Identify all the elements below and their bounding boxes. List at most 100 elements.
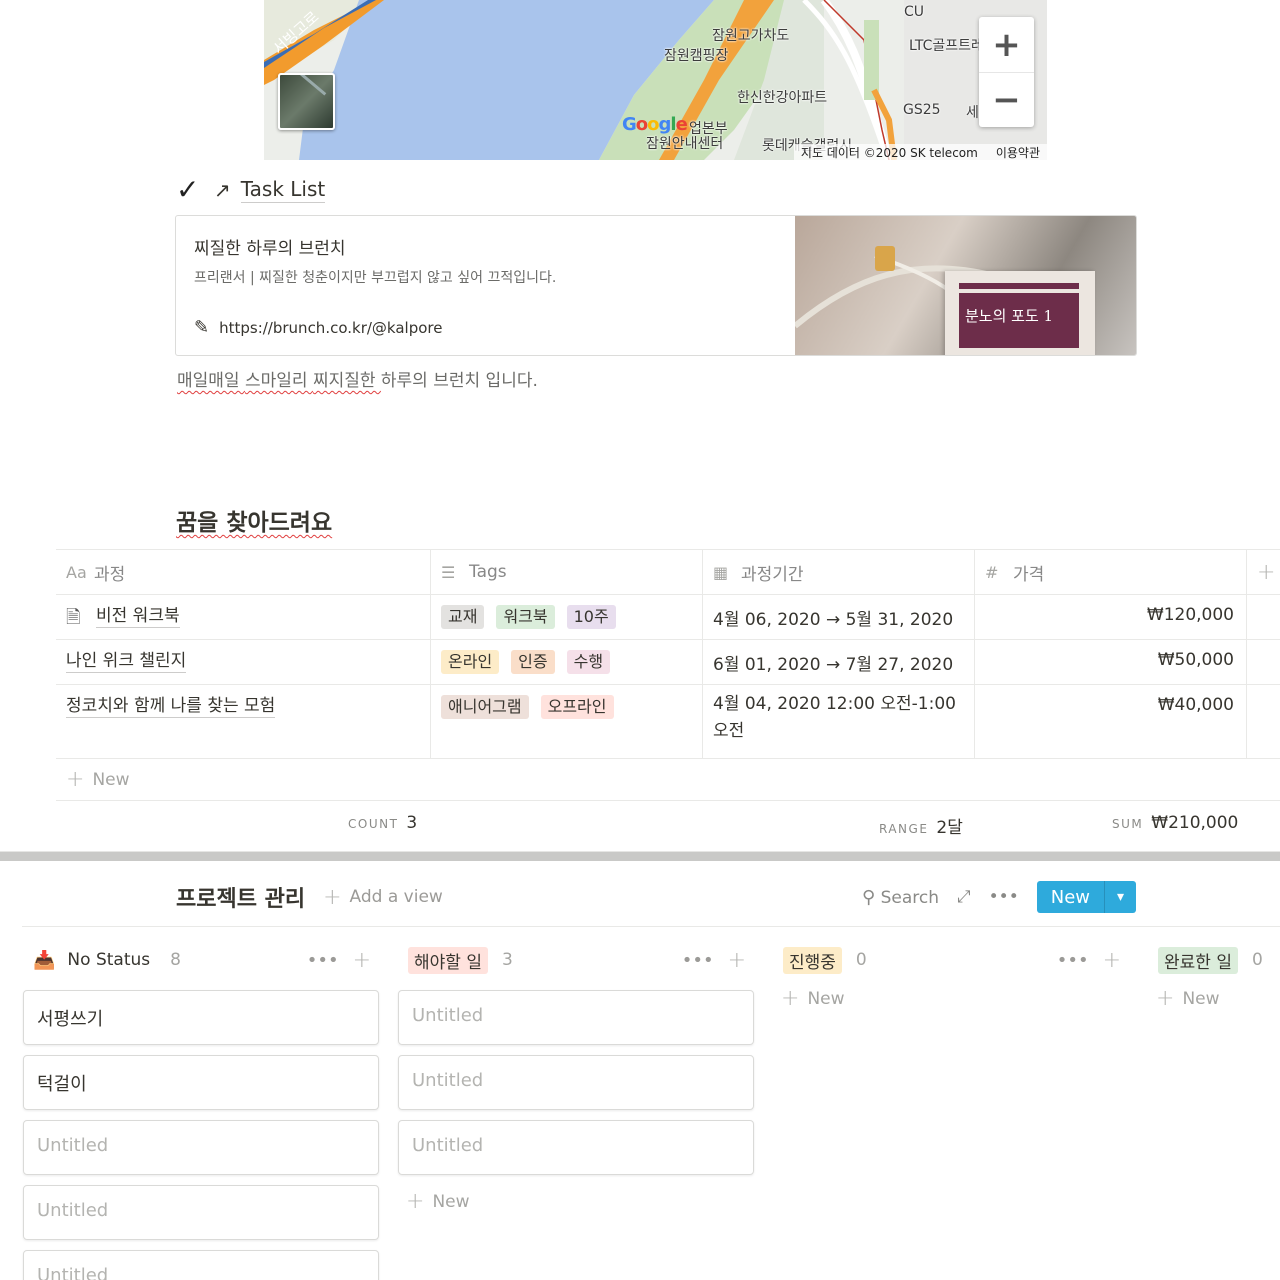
map-label: 세 xyxy=(966,105,979,121)
column-header-price[interactable]: # 가격 xyxy=(975,550,1247,594)
more-icon[interactable]: ••• xyxy=(307,950,339,971)
chevron-down-icon[interactable]: ▾ xyxy=(1104,881,1136,913)
calculation-row: COUNT 3 RANGE 2달 SUM ₩210,000 xyxy=(56,801,1280,846)
page-icon: 🗎 xyxy=(66,607,81,628)
map-label: 잠원캠핑장 xyxy=(664,48,729,64)
tag: 오프라인 xyxy=(540,695,614,719)
map-attribution: 지도 데이터 ©2020 SK telecom xyxy=(800,145,978,160)
tag: 온라인 xyxy=(441,650,500,674)
board-separator xyxy=(22,926,1280,927)
map-zoom-control: + − xyxy=(979,17,1034,127)
bookmark-caption: 매일매일 스마일리 찌지질한 하루의 브런치 입니다. xyxy=(177,371,538,391)
map-embed[interactable]: 서빙고로 CU 잠원고가차도 잠원캠핑장 LTC골프트레 한신한강아파트 GS2… xyxy=(264,0,1047,160)
row-period: 4월 06, 2020 → 5월 31, 2020 xyxy=(703,595,975,639)
task-list-title[interactable]: Task List xyxy=(240,177,326,203)
count-calc[interactable]: COUNT 3 xyxy=(348,813,417,833)
database-title[interactable]: 꿈을 찾아드려요 xyxy=(176,503,332,537)
row-name[interactable]: 비전 워크북 xyxy=(96,605,180,628)
map-label: 잠원안내센터 xyxy=(646,136,724,152)
tag: 워크북 xyxy=(496,605,555,629)
add-card-icon[interactable]: + xyxy=(353,948,371,973)
tag: 인증 xyxy=(511,650,555,674)
task-list-link[interactable]: ✓ ↗ Task List xyxy=(176,173,326,206)
add-card-button[interactable]: + New xyxy=(398,1189,754,1214)
column-count: 3 xyxy=(501,950,513,970)
column-label: No Status xyxy=(67,950,151,970)
bookmark-title: 찌질한 하루의 브런치 xyxy=(194,239,346,259)
board-column-done: 완료한 일 0 + New xyxy=(1148,940,1280,1011)
bookmark-text: 찌질한 하루의 브런치 프리랜서 | 찌질한 청춘이지만 부끄럽지 않고 싶어 … xyxy=(176,216,795,355)
add-column-button[interactable]: + xyxy=(1247,550,1280,594)
book-title: 분노의 포도 1 xyxy=(965,307,1054,325)
add-view-button[interactable]: + Add a view xyxy=(323,885,443,910)
table-row[interactable]: 정코치와 함께 나를 찾는 모험 애니어그램 오프라인 4월 04, 2020 … xyxy=(56,685,1280,759)
board-card[interactable]: Untitled xyxy=(23,1250,379,1280)
section-divider xyxy=(0,851,1280,861)
text-property-icon: Aa xyxy=(66,562,87,582)
google-logo: Google xyxy=(622,114,688,135)
board-card[interactable]: Untitled xyxy=(398,1120,754,1175)
column-header-tags[interactable]: ☰ Tags xyxy=(431,550,703,594)
board-card[interactable]: 턱걸이 xyxy=(23,1055,379,1110)
map-label: 잠원고가차도 xyxy=(712,28,790,44)
column-count: 0 xyxy=(855,950,867,970)
row-name[interactable]: 나인 위크 챌린지 xyxy=(66,650,187,673)
search-icon: ⚲ xyxy=(862,886,876,908)
calendar-icon: ▦ xyxy=(713,562,729,582)
more-icon[interactable]: ••• xyxy=(989,887,1019,907)
board-card[interactable]: Untitled xyxy=(398,1055,754,1110)
add-card-button[interactable]: + New xyxy=(1148,986,1280,1011)
board-card[interactable]: Untitled xyxy=(23,1120,379,1175)
bookmark-thumbnail: 분노의 포도 1 xyxy=(795,216,1136,355)
row-price: ₩40,000 xyxy=(975,685,1247,758)
column-header-name[interactable]: Aa 과정 xyxy=(56,550,431,594)
pen-icon: ✎ xyxy=(194,317,210,338)
database-table: Aa 과정 ☰ Tags ▦ 과정기간 # 가격 + 🗎 비전 워크북 교재 워크북 10… xyxy=(56,549,1280,846)
row-price: ₩50,000 xyxy=(975,640,1247,684)
tag: 10주 xyxy=(566,605,616,629)
add-card-icon[interactable]: + xyxy=(728,948,746,973)
sum-calc[interactable]: SUM ₩210,000 xyxy=(1112,813,1238,833)
board-column-in-progress: 진행중 0 ••• + + New xyxy=(773,940,1129,1011)
column-label: 해야할 일 xyxy=(408,946,488,974)
inbox-icon: 📥 xyxy=(33,949,56,971)
more-icon[interactable]: ••• xyxy=(1057,950,1089,971)
expand-icon[interactable]: ⤢ xyxy=(957,887,971,907)
map-label: GS25 xyxy=(903,102,941,118)
tag: 애니어그램 xyxy=(441,695,529,719)
table-header: Aa 과정 ☰ Tags ▦ 과정기간 # 가격 + xyxy=(56,549,1280,595)
add-row-button[interactable]: + New xyxy=(56,759,1280,801)
board-card[interactable]: Untitled xyxy=(398,990,754,1045)
board-card[interactable]: Untitled xyxy=(23,1185,379,1240)
map-label: 한신한강아파트 xyxy=(737,90,828,106)
column-count: 0 xyxy=(1251,950,1263,970)
bookmark-card[interactable]: 찌질한 하루의 브런치 프리랜서 | 찌질한 청춘이지만 부끄럽지 않고 싶어 … xyxy=(175,215,1137,356)
range-calc[interactable]: RANGE 2달 xyxy=(879,813,963,838)
map-footer: 지도 데이터 ©2020 SK telecom 이용약관 xyxy=(793,144,1047,161)
zoom-in-button[interactable]: + xyxy=(979,17,1034,72)
row-period: 6월 01, 2020 → 7월 27, 2020 xyxy=(703,640,975,684)
zoom-out-button[interactable]: − xyxy=(979,72,1034,127)
table-row[interactable]: 🗎 비전 워크북 교재 워크북 10주 4월 06, 2020 → 5월 31, … xyxy=(56,595,1280,640)
board-header: 프로젝트 관리 + Add a view ⚲ Search ⤢ ••• New ▾ xyxy=(176,880,1136,914)
add-card-button[interactable]: + New xyxy=(773,986,1129,1011)
map-terms-link[interactable]: 이용약관 xyxy=(996,144,1040,161)
column-header-period[interactable]: ▦ 과정기간 xyxy=(703,550,975,594)
more-icon[interactable]: ••• xyxy=(682,950,714,971)
row-name[interactable]: 정코치와 함께 나를 찾는 모험 xyxy=(66,695,276,718)
table-row[interactable]: 나인 위크 챌린지 온라인 인증 수행 6월 01, 2020 → 7월 27,… xyxy=(56,640,1280,685)
add-card-icon[interactable]: + xyxy=(1103,948,1121,973)
board-title[interactable]: 프로젝트 관리 xyxy=(176,881,305,913)
row-price: ₩120,000 xyxy=(975,595,1247,639)
satellite-toggle[interactable] xyxy=(278,73,335,130)
search-button[interactable]: ⚲ Search xyxy=(862,887,939,908)
plus-icon: + xyxy=(406,1189,425,1214)
row-period: 4월 04, 2020 12:00 오전-1:00 오전 xyxy=(703,685,975,758)
plus-icon: + xyxy=(1156,986,1175,1011)
new-button[interactable]: New ▾ xyxy=(1036,881,1136,913)
plus-icon: + xyxy=(66,767,85,792)
book-cover: 분노의 포도 1 xyxy=(945,271,1095,355)
board-card[interactable]: 서평쓰기 xyxy=(23,990,379,1045)
bookmark-description: 프리랜서 | 찌질한 청춘이지만 부끄럽지 않고 싶어 끄적입니다. xyxy=(194,270,557,286)
column-count: 8 xyxy=(170,950,181,970)
